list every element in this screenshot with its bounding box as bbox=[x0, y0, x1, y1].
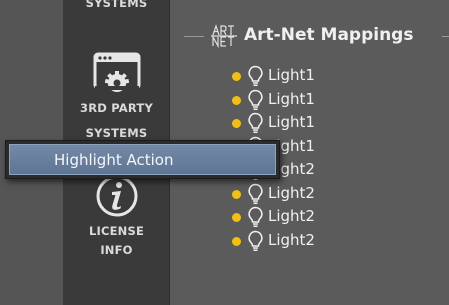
list-item-label: Light2 bbox=[268, 230, 315, 249]
artnet-icon bbox=[211, 24, 237, 48]
info-icon bbox=[96, 175, 137, 217]
status-dot bbox=[232, 189, 241, 199]
nav-item-3rd-party-label-line1: 3RD PARTY bbox=[80, 101, 153, 115]
nav-item-systems-label: SYSTEMS bbox=[85, 0, 148, 10]
list-item[interactable]: Light1 bbox=[228, 111, 348, 135]
menu-item-highlight-action[interactable]: Highlight Action bbox=[9, 144, 276, 175]
list-item[interactable]: Light2 bbox=[228, 205, 348, 229]
lightbulb-icon bbox=[248, 112, 263, 134]
nav-item-license-info[interactable]: LICENSE INFO bbox=[63, 172, 170, 260]
lightbulb-icon bbox=[248, 89, 263, 110]
status-dot bbox=[232, 72, 241, 81]
header-divider-left bbox=[184, 36, 204, 37]
nav-item-3rd-party-systems[interactable]: 3RD PARTY SYSTEMS bbox=[63, 51, 170, 143]
list-item-label: Light2 bbox=[268, 183, 315, 202]
nav-item-systems[interactable]: SYSTEMS bbox=[63, 0, 170, 13]
status-dot bbox=[232, 95, 241, 105]
lightbulb-icon bbox=[248, 206, 263, 228]
section-header: Art-Net Mappings bbox=[184, 22, 449, 50]
status-dot bbox=[232, 236, 241, 246]
list-item[interactable]: Light2 bbox=[228, 182, 348, 206]
lightbulb-icon bbox=[248, 183, 263, 204]
lightbulb-icon bbox=[248, 230, 263, 251]
lightbulb-icon bbox=[248, 65, 263, 87]
list-item[interactable]: Light2 bbox=[228, 229, 348, 253]
header-divider-right bbox=[442, 36, 449, 37]
section-title: Art-Net Mappings bbox=[244, 25, 414, 45]
list-item-label: Light1 bbox=[268, 113, 315, 131]
list-item-label: Light1 bbox=[268, 66, 315, 84]
list-item-label: Light2 bbox=[268, 207, 315, 225]
nav-item-license-label-line1: LICENSE bbox=[88, 224, 145, 238]
list-item[interactable]: Light1 bbox=[228, 64, 348, 88]
context-menu: Highlight Action bbox=[5, 140, 280, 179]
nav-item-license-label-line2: INFO bbox=[100, 243, 133, 257]
status-dot bbox=[232, 213, 241, 222]
third-party-window-gear-icon bbox=[93, 52, 140, 92]
list-item-label: Light1 bbox=[268, 89, 315, 108]
list-item[interactable]: Light1 bbox=[228, 88, 348, 112]
status-dot bbox=[232, 119, 241, 128]
